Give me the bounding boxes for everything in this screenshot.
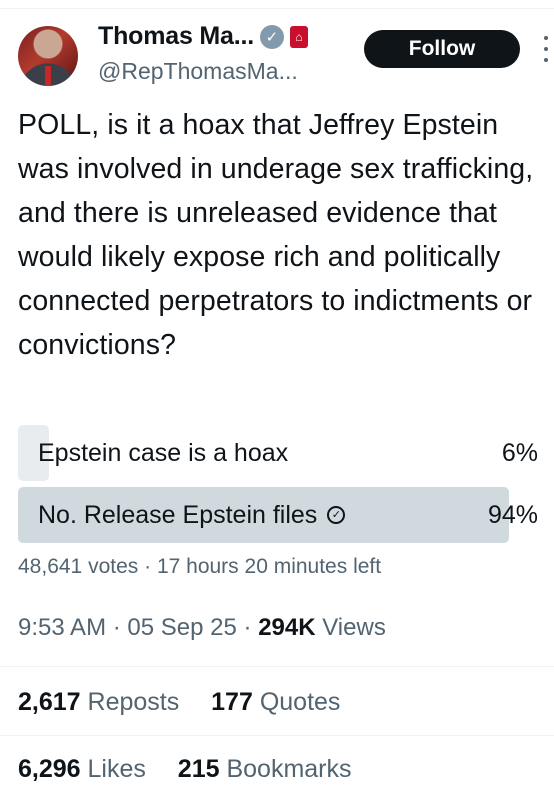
- poll-option-hoax: Epstein case is a hoax 6%: [18, 425, 540, 481]
- divider: [0, 666, 554, 667]
- timestamp-separator: ·: [112, 614, 121, 641]
- poll: Epstein case is a hoax 6% No. Release Ep…: [18, 425, 540, 579]
- author-handle[interactable]: @RepThomasMa...: [98, 58, 298, 85]
- tweet-header: Thomas Ma... ✓ ⌂ @RepThomasMa... Follow: [18, 22, 554, 92]
- quotes-count: 177: [211, 688, 253, 716]
- poll-meta: 48,641 votes · 17 hours 20 minutes left: [18, 555, 540, 579]
- reposts-count: 2,617: [18, 688, 81, 716]
- poll-option-percent: 94%: [487, 500, 538, 529]
- poll-option-label: Epstein case is a hoax: [38, 438, 289, 467]
- avatar[interactable]: [18, 26, 78, 86]
- reposts-link[interactable]: 2,617 Reposts: [18, 688, 186, 716]
- bookmarks-link[interactable]: 215 Bookmarks: [178, 755, 352, 783]
- likes-label: Likes: [87, 755, 146, 783]
- views-count: 294K: [258, 614, 316, 641]
- poll-time-left: 17 hours 20 minutes left: [156, 555, 382, 578]
- more-icon[interactable]: [541, 36, 551, 62]
- timestamp-row: 9:53 AM · 05 Sep 25 · 294K Views: [18, 614, 386, 642]
- tweet-time[interactable]: 9:53 AM: [18, 614, 106, 641]
- poll-option-release: No. Release Epstein files ✓ 94%: [18, 487, 540, 543]
- poll-votes: 48,641 votes: [18, 555, 139, 578]
- follow-button[interactable]: Follow: [364, 30, 520, 68]
- tweet-text: POLL, is it a hoax that Jeffrey Epstein …: [18, 109, 534, 361]
- top-divider: [0, 0, 554, 9]
- divider: [0, 735, 554, 736]
- reposts-label: Reposts: [87, 688, 180, 716]
- poll-option-label: No. Release Epstein files: [38, 500, 318, 529]
- author-name[interactable]: Thomas Ma...: [98, 22, 254, 51]
- tweet-date[interactable]: 05 Sep 25: [127, 614, 236, 641]
- reposts-quotes-row: 2,617 Reposts 177 Quotes: [18, 688, 340, 717]
- bookmarks-count: 215: [177, 755, 220, 783]
- views-label: Views: [322, 614, 386, 641]
- likes-count: 6,296: [18, 755, 81, 783]
- bookmarks-label: Bookmarks: [226, 755, 352, 783]
- quotes-link[interactable]: 177 Quotes: [211, 688, 340, 716]
- poll-separator: ·: [144, 555, 152, 578]
- quotes-label: Quotes: [259, 688, 341, 716]
- government-badge-icon: ⌂: [289, 25, 308, 48]
- check-circle-icon: ✓: [327, 506, 346, 524]
- verified-badge-icon: ✓: [259, 24, 284, 49]
- timestamp-separator: ·: [243, 614, 252, 641]
- poll-option-percent: 6%: [501, 438, 538, 467]
- likes-bookmarks-row: 6,296 Likes 215 Bookmarks: [18, 755, 352, 784]
- poll-option-label-wrap: No. Release Epstein files ✓: [38, 487, 346, 543]
- name-row: Thomas Ma... ✓ ⌂: [98, 22, 308, 51]
- likes-link[interactable]: 6,296 Likes: [18, 755, 153, 783]
